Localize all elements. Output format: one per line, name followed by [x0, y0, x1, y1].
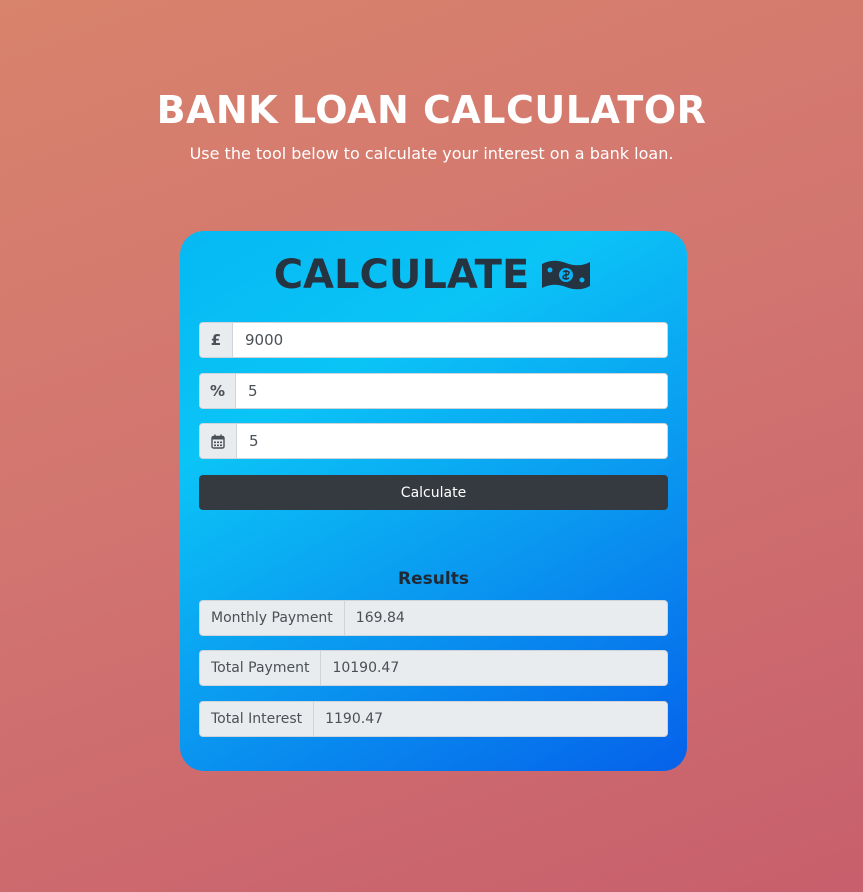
monthly-payment-value: 169.84: [355, 610, 405, 626]
money-bill-icon: [539, 255, 593, 295]
total-payment-label: Total Payment: [200, 651, 322, 685]
total-payment-value: 10190.47: [332, 660, 400, 676]
calculate-button[interactable]: Calculate: [199, 475, 668, 510]
card-title-text: CALCULATE: [273, 252, 530, 298]
interest-rate-input[interactable]: [236, 374, 667, 408]
page-subtitle: Use the tool below to calculate your int…: [189, 144, 674, 163]
results-title: Results: [398, 569, 469, 589]
loan-years-input[interactable]: [237, 424, 667, 458]
loan-amount-input[interactable]: [233, 323, 667, 357]
pound-sign-icon: £: [200, 323, 233, 357]
monthly-payment-result: Monthly Payment 169.84: [199, 600, 668, 636]
calculator-card: CALCULATE £ %: [180, 231, 687, 771]
total-interest-value: 1190.47: [325, 711, 384, 727]
percent-icon: %: [200, 374, 236, 408]
total-payment-result: Total Payment 10190.47: [199, 650, 668, 686]
card-title: CALCULATE: [180, 251, 687, 299]
calendar-icon: [200, 424, 237, 458]
loan-years-field: [199, 423, 668, 459]
page-title: BANK LOAN CALCULATOR: [156, 88, 707, 132]
monthly-payment-label: Monthly Payment: [200, 601, 345, 635]
interest-rate-field: %: [199, 373, 668, 409]
total-interest-result: Total Interest 1190.47: [199, 701, 668, 737]
page-header: BANK LOAN CALCULATOR Use the tool below …: [0, 84, 863, 166]
loan-amount-field: £: [199, 322, 668, 358]
total-interest-label: Total Interest: [200, 702, 315, 736]
